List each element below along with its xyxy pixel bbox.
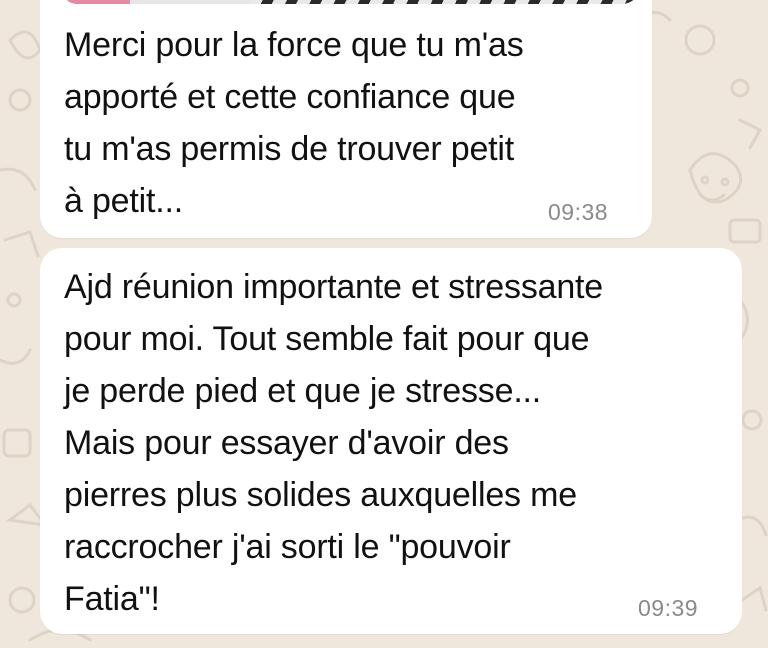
message-text-line: Fatia"!	[64, 580, 160, 618]
message-text-line: Ajd réunion importante et stressante	[64, 268, 603, 306]
message-bubble[interactable]: Ajd réunion importante et stressante pou…	[40, 248, 742, 634]
message-text-line: pierres plus solides auxquelles me	[64, 476, 577, 514]
message-text-line: je perde pied et que je stresse...	[64, 372, 542, 410]
attached-photo-edge[interactable]	[60, 0, 640, 4]
message-timestamp: 09:38	[548, 199, 609, 225]
message-text-line: à petit...	[64, 182, 183, 220]
message-text-line: raccrocher j'ai sorti le "pouvoir	[64, 528, 511, 566]
photo-segment	[60, 0, 130, 4]
message-text-line: Mais pour essayer d'avoir des	[64, 424, 509, 462]
message-timestamp: 09:39	[638, 595, 699, 621]
photo-segment	[130, 0, 250, 4]
message-text-line: pour moi. Tout semble fait pour que	[64, 320, 590, 358]
message-bubble[interactable]: Merci pour la force que tu m'as apporté …	[40, 0, 652, 238]
message-text-line: Merci pour la force que tu m'as	[64, 26, 524, 64]
message-text-line: tu m'as permis de trouver petit	[64, 130, 515, 168]
message-text-line: apporté et cette confiance que	[64, 78, 516, 116]
